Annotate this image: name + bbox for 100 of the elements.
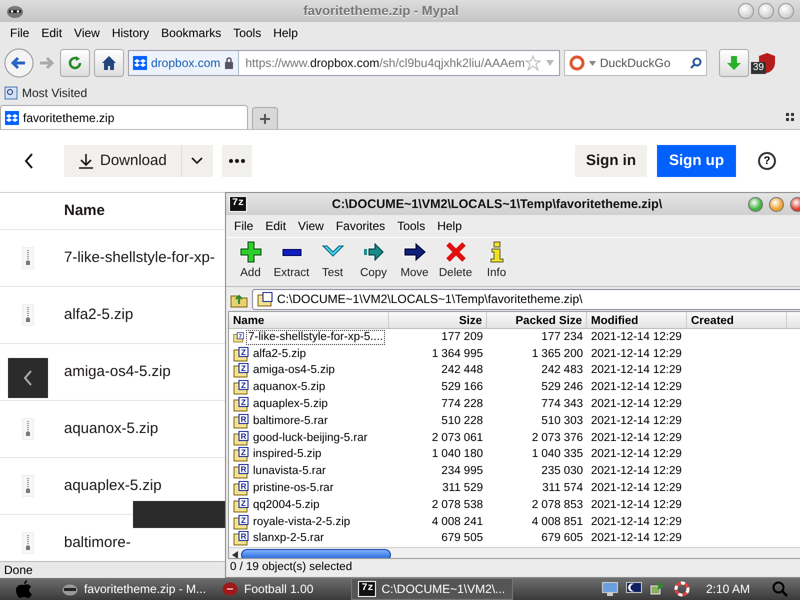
file-name[interactable]: aquanox-5.zip: [64, 418, 158, 440]
menu-item[interactable]: Edit: [259, 217, 292, 235]
maximize-button[interactable]: [769, 196, 784, 212]
toolbar-button[interactable]: Add: [230, 241, 271, 283]
file-name[interactable]: aquaplex-5.zip: [64, 474, 162, 498]
file-name[interactable]: 7-like-shellstyle-for-xp-5....: [246, 330, 385, 345]
scrollbar-thumb[interactable]: [241, 548, 391, 558]
toolbar-button[interactable]: Move: [394, 241, 435, 283]
toolbar-button[interactable]: Copy: [353, 241, 394, 283]
menu-item[interactable]: View: [68, 23, 106, 43]
file-name[interactable]: alfa2-5.zip: [64, 304, 134, 326]
zip-file-icon: [22, 247, 34, 269]
taskbar-item[interactable]: favoritetheme.zip - M...: [54, 578, 214, 600]
column-header[interactable]: Name: [229, 312, 389, 328]
menu-item[interactable]: Bookmarks: [155, 23, 228, 43]
table-cell-text: 510 228: [440, 414, 484, 429]
minimize-button[interactable]: [748, 196, 763, 212]
menu-item[interactable]: History: [106, 23, 156, 43]
table-cell-text: 2021-12-14 12:29: [590, 531, 683, 546]
download-arrow-icon: [726, 55, 742, 71]
lifebuoy-icon[interactable]: [674, 581, 690, 597]
previous-button[interactable]: [8, 358, 48, 398]
arrow-right-icon: [362, 241, 384, 264]
bookmark-star-icon[interactable]: [524, 55, 541, 71]
file-name[interactable]: pristine-os-5.rar: [251, 481, 336, 496]
monitor-icon[interactable]: [602, 582, 618, 596]
taskbar-item[interactable]: Football 1.00: [214, 578, 322, 600]
menu-item[interactable]: Edit: [35, 23, 68, 43]
file-name[interactable]: 7-like-shellstyle-for-xp-: [64, 246, 215, 270]
column-header[interactable]: Created: [687, 312, 787, 328]
file-name[interactable]: amiga-os4-5.zip: [251, 363, 337, 378]
menu-item[interactable]: File: [228, 217, 260, 235]
download-button[interactable]: Download: [64, 145, 181, 177]
moon-display-icon[interactable]: [626, 582, 642, 596]
file-name[interactable]: royale-vista-2-5.zip: [251, 514, 352, 530]
menu-item[interactable]: Help: [431, 217, 468, 235]
bookmark-item[interactable]: Most Visited: [4, 84, 88, 102]
table-cell-text: 242 448: [440, 363, 484, 378]
menu-item[interactable]: Tools: [227, 23, 268, 43]
search-icon[interactable]: [772, 581, 788, 597]
sign-in-button[interactable]: Sign in: [575, 145, 647, 177]
toolbar-button[interactable]: Delete: [435, 241, 476, 283]
table-cell-text: 2021-12-14 12:29: [590, 430, 683, 446]
table-cell-text: 529 166: [440, 380, 484, 396]
file-name[interactable]: amiga-os4-5.zip: [64, 360, 171, 384]
path-field[interactable]: C:\DOCUME~1\VM2\LOCALS~1\Temp\favoritetheme.zip\: [252, 288, 800, 310]
download-icon: [78, 153, 94, 169]
table-cell-text: 4 008 851: [530, 514, 584, 530]
archive-icon: [257, 292, 273, 306]
file-name[interactable]: lunavista-5.rar: [251, 464, 328, 480]
column-header[interactable]: Modified: [587, 312, 687, 328]
more-button[interactable]: [222, 145, 252, 177]
file-name[interactable]: aquanox-5.zip: [251, 380, 328, 396]
close-button[interactable]: [778, 3, 794, 19]
back-button[interactable]: [4, 48, 34, 78]
apple-icon[interactable]: [16, 580, 32, 598]
menu-item[interactable]: Help: [267, 23, 304, 43]
table-cell-text: 2021-12-14 12:29: [590, 396, 683, 412]
minimize-button[interactable]: [738, 3, 754, 19]
menu-item[interactable]: Favorites: [330, 217, 392, 235]
table-cell-text: 242 483: [540, 363, 584, 378]
menu-item[interactable]: Tools: [391, 217, 432, 235]
table-cell-text: 311 574: [541, 480, 584, 496]
table-cell-text: 2021-12-14 12:29: [590, 414, 683, 429]
file-name[interactable]: slanxp-2-5.rar: [251, 531, 326, 546]
dropdown-button[interactable]: [180, 145, 213, 177]
url-field[interactable]: https://www.dropbox.com/sh/cl9bu4qjxhk2liu/AAAem: [239, 54, 525, 72]
menu-item[interactable]: File: [4, 23, 36, 43]
file-name[interactable]: qq2004-5.zip: [251, 498, 322, 513]
taskbar-item[interactable]: 7z C:\DOCUME~1\VM2\...: [351, 578, 514, 600]
grid-icon[interactable]: [786, 113, 794, 121]
archive-file-icon: Z: [233, 498, 249, 513]
maximize-button[interactable]: [758, 3, 774, 19]
new-tab-button[interactable]: [252, 107, 278, 129]
toolbar-button[interactable]: Info: [476, 241, 517, 283]
home-button[interactable]: [94, 49, 124, 77]
column-header[interactable]: Name: [64, 200, 105, 222]
file-name[interactable]: alfa2-5.zip: [251, 346, 308, 362]
file-name[interactable]: good-luck-beijing-5.rar: [251, 430, 370, 446]
table-cell-text: 679 505: [440, 531, 484, 546]
back-chevron-icon[interactable]: [24, 153, 34, 169]
scroll-left-icon[interactable]: [231, 550, 239, 558]
reload-button[interactable]: [60, 49, 90, 77]
downloads-button[interactable]: [718, 49, 749, 77]
browser-tab[interactable]: favoritetheme.zip: [0, 105, 248, 129]
column-header[interactable]: Packed Size: [487, 312, 587, 328]
search-icon[interactable]: [690, 57, 702, 69]
help-icon[interactable]: ?: [758, 152, 776, 170]
plus-icon: [260, 114, 270, 124]
column-header[interactable]: Size: [389, 312, 487, 328]
toolbar-button[interactable]: Extract: [271, 241, 312, 283]
file-name[interactable]: baltimore-5.rar: [251, 414, 330, 429]
sign-up-button[interactable]: Sign up: [657, 145, 736, 177]
network-icon[interactable]: [650, 581, 666, 597]
menu-item[interactable]: View: [292, 217, 330, 235]
toolbar-button[interactable]: Test: [312, 241, 353, 283]
file-name[interactable]: baltimore-: [64, 532, 131, 554]
file-name[interactable]: inspired-5.zip: [251, 447, 324, 462]
dropdown-caret-icon[interactable]: [588, 60, 596, 66]
file-name[interactable]: aquaplex-5.zip: [251, 397, 330, 412]
